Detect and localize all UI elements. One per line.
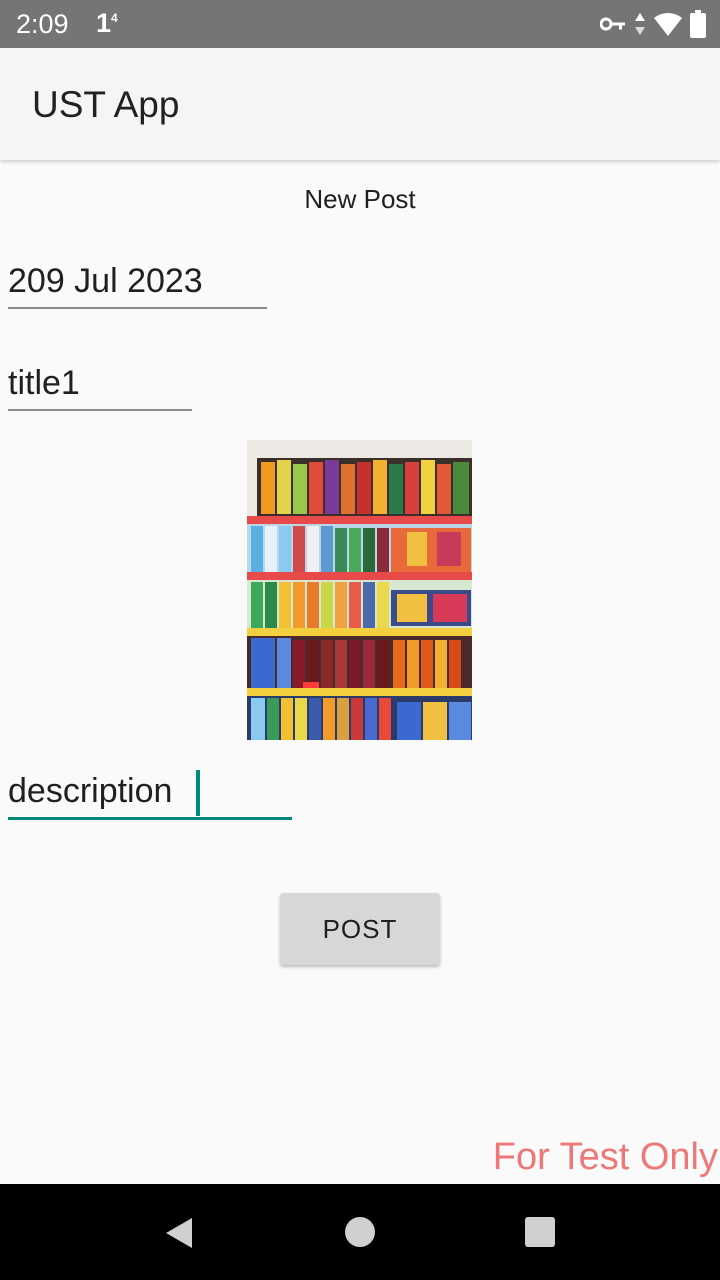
store-shelf-photo (247, 440, 472, 740)
back-icon[interactable] (164, 1216, 194, 1250)
title-field[interactable] (8, 364, 192, 411)
post-button[interactable]: POST (280, 893, 440, 965)
status-icons (600, 10, 706, 38)
description-field[interactable] (8, 772, 292, 820)
page-heading: New Post (304, 184, 416, 214)
signal-superscript: 4 (111, 11, 118, 25)
vpn-key-icon (600, 17, 625, 31)
battery-icon (690, 10, 706, 38)
status-bar: 2:09 14 (0, 0, 720, 48)
data-arrows-icon (635, 13, 645, 35)
watermark: For Test Only (492, 1136, 718, 1178)
post-image (247, 440, 472, 740)
app-title: UST App (32, 84, 180, 125)
status-time: 2:09 (16, 9, 69, 39)
wifi-icon (654, 12, 682, 36)
signal-label: 1 (96, 8, 112, 38)
recents-icon[interactable] (525, 1217, 555, 1247)
text-cursor (196, 770, 200, 816)
date-field[interactable] (8, 262, 267, 309)
signal-icon: 14 (96, 8, 118, 39)
nav-bar (0, 1184, 720, 1280)
app-bar: UST App (0, 48, 720, 160)
home-icon[interactable] (345, 1217, 375, 1247)
